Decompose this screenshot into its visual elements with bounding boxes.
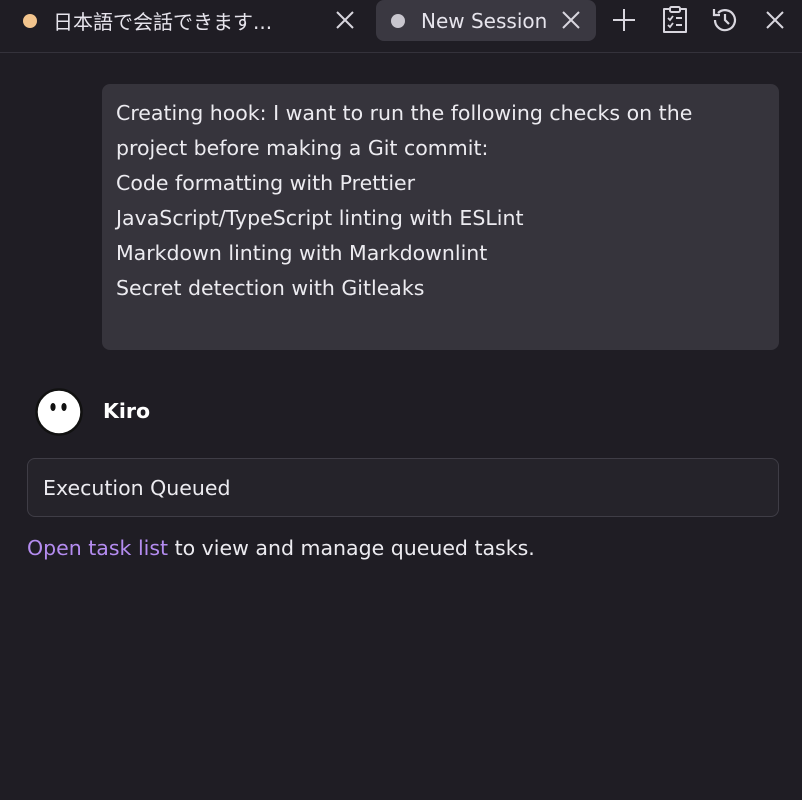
message-line: Code formatting with Prettier: [116, 171, 416, 195]
message-line: Secret detection with Gitleaks: [116, 276, 425, 300]
session-status-dot: [391, 13, 405, 28]
tab-label: 日本語で会話できます...: [53, 10, 273, 34]
open-task-list-link[interactable]: Open task list: [27, 536, 168, 560]
plus-icon[interactable]: [609, 5, 639, 35]
user-message: Creating hook: I want to run the followi…: [102, 84, 779, 350]
close-icon[interactable]: [560, 9, 582, 31]
message-line: JavaScript/TypeScript linting with ESLin…: [116, 206, 524, 230]
message-line: Creating hook: I want to run the followi…: [116, 101, 693, 125]
hint-text: to view and manage queued tasks.: [168, 536, 535, 560]
agent-name: Kiro: [103, 399, 151, 423]
close-icon[interactable]: [334, 9, 356, 31]
message-line: project before making a Git commit:: [116, 136, 489, 160]
session-status-dot: [23, 13, 37, 28]
execution-status: Execution Queued: [27, 458, 779, 517]
message-line: Markdown linting with Markdownlint: [116, 241, 488, 265]
tab-bar: 日本語で会話できます... New Session: [0, 0, 802, 53]
tab-label: New Session: [421, 8, 548, 33]
tab-japanese-session[interactable]: 日本語で会話できます...: [14, 0, 364, 41]
close-icon[interactable]: [760, 5, 790, 35]
task-list-icon[interactable]: [660, 5, 690, 35]
status-text: Execution Queued: [43, 475, 231, 500]
tab-new-session[interactable]: New Session: [376, 0, 596, 41]
history-icon[interactable]: [710, 5, 740, 35]
task-list-hint: Open task list to view and manage queued…: [27, 536, 535, 560]
ghost-avatar-icon: [35, 388, 83, 436]
